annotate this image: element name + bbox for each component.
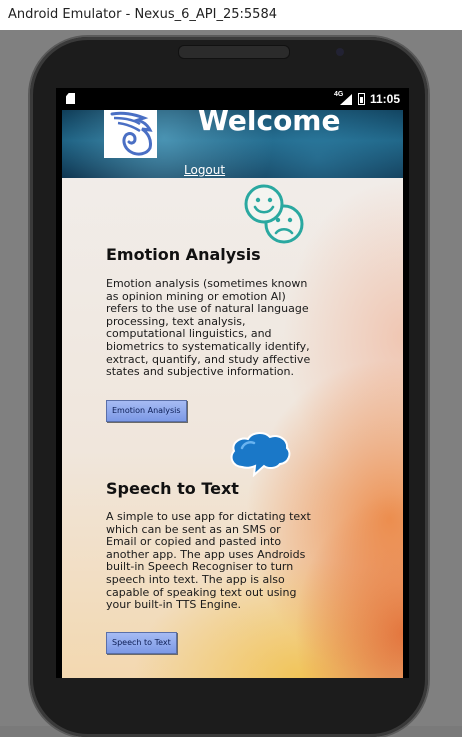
status-bar: 4G 11:05 bbox=[56, 88, 409, 110]
speaker-grille bbox=[178, 45, 290, 59]
front-camera bbox=[336, 48, 344, 56]
wing-logo-icon bbox=[110, 111, 153, 156]
emotion-analysis-title: Emotion Analysis bbox=[106, 245, 261, 264]
happy-sad-faces-icon bbox=[244, 184, 304, 244]
emulator-title: Android Emulator - Nexus_6_API_25:5584 bbox=[8, 7, 277, 22]
speech-to-text-button[interactable]: Speech to Text bbox=[106, 632, 177, 654]
emotion-analysis-button[interactable]: Emotion Analysis bbox=[106, 400, 187, 422]
welcome-heading: Welcome bbox=[198, 110, 341, 137]
speech-to-text-title: Speech to Text bbox=[106, 479, 239, 498]
speech-to-text-description: A simple to use app for dictating text w… bbox=[106, 510, 311, 612]
device-screen: 4G 11:05 Welcome Logout Emotion Analysis… bbox=[56, 88, 409, 678]
emulator-title-bar: Android Emulator - Nexus_6_API_25:5584 bbox=[0, 0, 462, 30]
wing-logo bbox=[104, 110, 157, 158]
sd-card-icon bbox=[66, 93, 75, 104]
logout-link[interactable]: Logout bbox=[184, 163, 225, 177]
speech-bubble-icon bbox=[230, 432, 291, 477]
network-type: 4G bbox=[334, 91, 344, 98]
emotion-analysis-description: Emotion analysis (sometimes known as opi… bbox=[106, 277, 311, 379]
app-content: Welcome Logout Emotion Analysis Emotion … bbox=[62, 110, 403, 678]
battery-icon bbox=[358, 93, 365, 105]
header-banner: Welcome Logout bbox=[62, 110, 403, 178]
status-clock: 11:05 bbox=[370, 92, 401, 106]
